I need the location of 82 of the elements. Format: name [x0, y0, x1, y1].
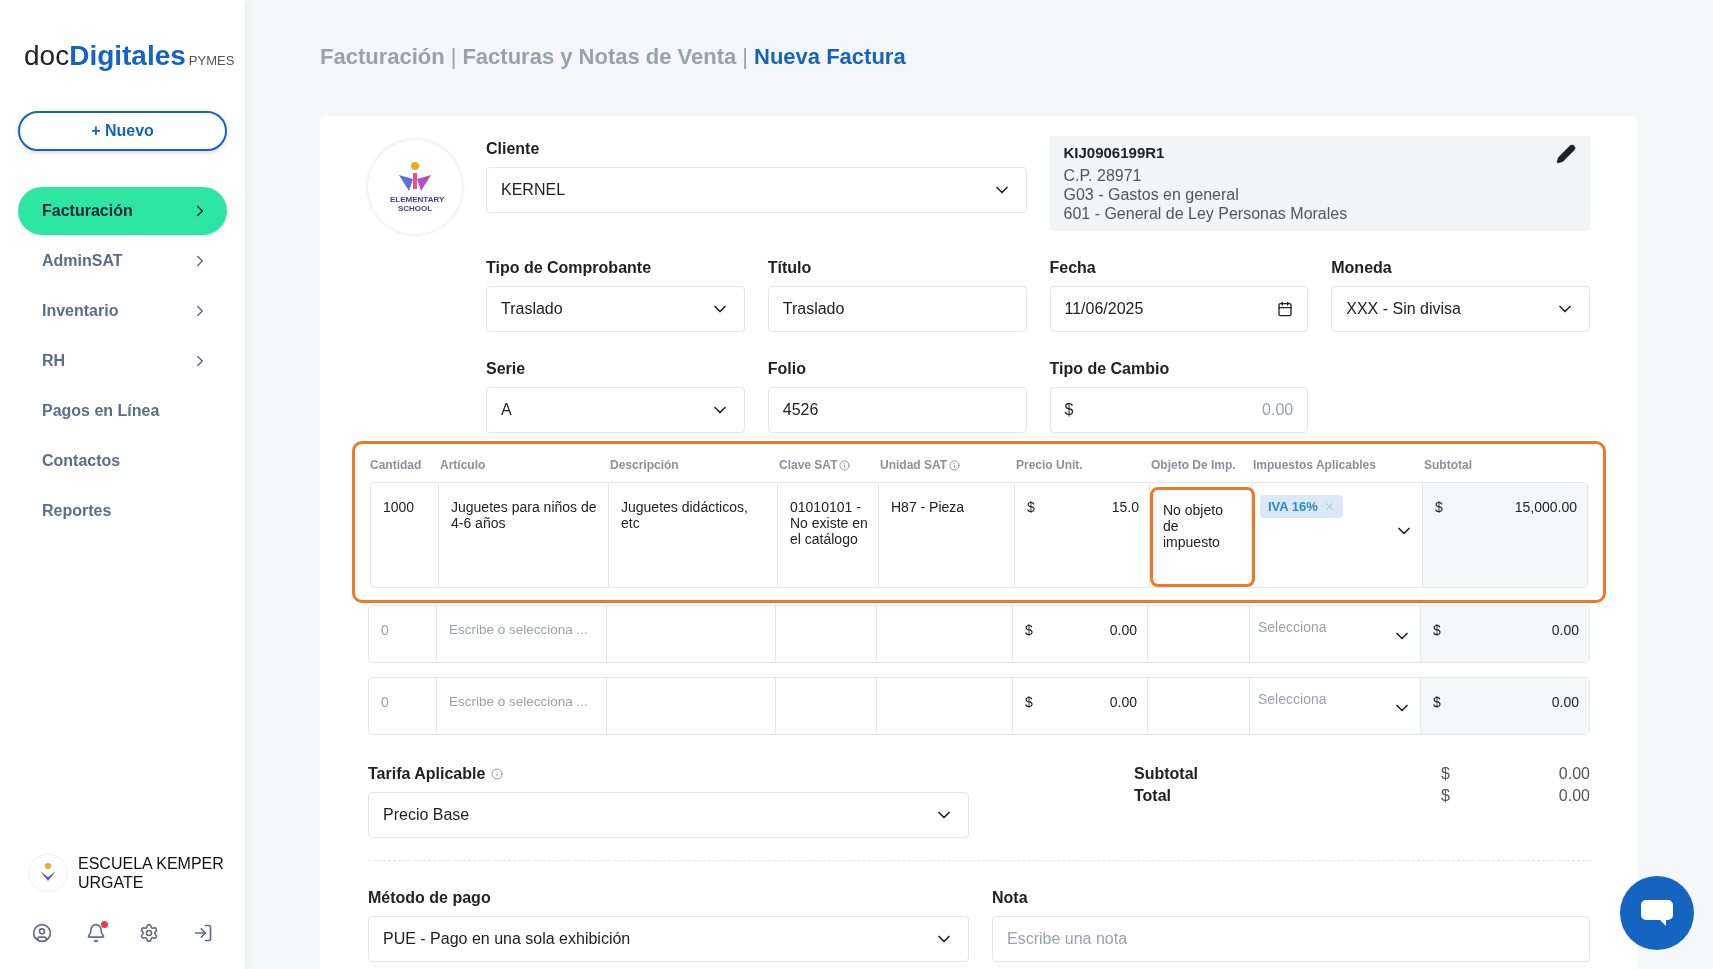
info-icon	[839, 459, 851, 471]
column-header: Clave SAT	[779, 458, 838, 472]
column-header: Artículo	[439, 458, 487, 472]
exit-icon[interactable]	[192, 923, 213, 943]
table-cell: H87 - Pieza	[879, 483, 1015, 587]
note-field[interactable]: Escribe una nota	[992, 916, 1590, 962]
select-field[interactable]: KERNEL	[486, 167, 1027, 213]
breadcrumb-separator: |	[742, 44, 749, 70]
tax-tag: IVA 16%	[1260, 495, 1343, 518]
total-label: Total	[1134, 787, 1173, 805]
calendar-icon	[1277, 301, 1294, 317]
select-field[interactable]: Precio Base	[368, 792, 969, 838]
table-cell: 1000	[371, 483, 439, 587]
currency-sign: $	[1441, 765, 1450, 783]
field-label: Moneda	[1331, 259, 1393, 277]
nav-item[interactable]: Inventario	[18, 287, 227, 335]
user-icon[interactable]	[32, 923, 52, 943]
date-field[interactable]: 11/06/2025	[1049, 286, 1309, 332]
column-header: Subtotal	[1423, 458, 1473, 472]
table-cell: Juguetes didácticos, etc	[609, 483, 778, 587]
field-label: Serie	[486, 360, 527, 378]
bell-icon[interactable]	[85, 923, 106, 943]
chat-bubble-icon	[1640, 898, 1674, 928]
field-label: Tipo de Cambio	[1049, 360, 1171, 378]
breadcrumb-item: Nueva Factura	[754, 44, 906, 70]
total-value: 0.00	[1557, 765, 1590, 783]
nav-item[interactable]: Pagos en Línea	[18, 387, 227, 435]
client-info-line: G03 - Gastos en general	[1063, 185, 1240, 204]
table-cell: $ 15,000.00	[1423, 483, 1587, 587]
column-header: Precio Unit.	[1015, 458, 1084, 472]
table-cell: $ 0.00	[1421, 606, 1589, 662]
table-cell: 01010101 - No existe en el catálogo	[778, 483, 879, 587]
field-label: Fecha	[1049, 259, 1097, 277]
input-field[interactable]: $ 0.00	[1049, 387, 1309, 433]
select-field[interactable]: Traslado	[486, 286, 745, 332]
settings-icon[interactable]	[139, 923, 160, 943]
nav-item[interactable]: Facturación	[18, 187, 227, 235]
column-header: Descripción	[609, 458, 680, 472]
select-field[interactable]: PUE - Pago en una sola exhibición	[368, 916, 969, 962]
total-value: 0.00	[1557, 787, 1590, 805]
table-cell: 0	[369, 606, 437, 662]
breadcrumb-separator: |	[450, 44, 457, 70]
nav-item[interactable]: RH	[18, 337, 227, 385]
client-info-line: C.P. 28971	[1063, 166, 1143, 185]
column-header: Unidad SAT	[880, 458, 948, 472]
table-cell: $ 0.00	[1421, 678, 1589, 734]
field-label: Folio	[767, 360, 807, 378]
nav-item[interactable]: Reportes	[18, 487, 227, 535]
table-cell: 0	[369, 678, 437, 734]
client-info-line: 601 - General de Ley Personas Morales	[1063, 204, 1348, 223]
nav-item[interactable]: Contactos	[18, 437, 227, 485]
avatar-icon	[28, 853, 68, 893]
currency-sign: $	[1441, 787, 1450, 805]
pencil-icon[interactable]	[1556, 144, 1576, 164]
table-cell: No objeto de impuesto	[1150, 487, 1255, 587]
field-label: Tarifa Aplicable	[368, 765, 486, 783]
input-field[interactable]: 4526	[767, 387, 1027, 433]
select-field[interactable]: XXX - Sin divisa	[1331, 286, 1590, 332]
nav-item[interactable]: AdminSAT	[18, 237, 227, 285]
new-button[interactable]: + Nuevo	[18, 111, 227, 151]
tax-select[interactable]: IVA 16%	[1252, 483, 1423, 587]
total-label: Subtotal	[1134, 765, 1199, 783]
field-label: Cliente	[486, 140, 541, 158]
field-label: Título	[767, 259, 813, 277]
table-cell[interactable]: Juguetes para niños de 4-6 años	[439, 483, 609, 587]
column-header: Objeto De Imp.	[1150, 458, 1237, 472]
table-cell: $ 0.00	[1013, 606, 1148, 662]
app-logo: docDigitales PYMES	[23, 39, 236, 73]
field-label: Nota	[992, 889, 1029, 907]
table-cell[interactable]: Escribe o selecciona ...	[437, 678, 607, 734]
client-rfc: KIJ0906199R1	[1063, 144, 1166, 161]
table-cell: $ 15.0	[1015, 483, 1150, 587]
info-icon	[949, 459, 961, 471]
column-header: Cantidad	[370, 458, 423, 472]
select-field[interactable]: A	[486, 387, 745, 433]
table-cell: $ 0.00	[1013, 678, 1148, 734]
field-label: Tipo de Comprobante	[486, 259, 653, 277]
field-label: Método de pago	[368, 889, 492, 907]
input-field[interactable]: Traslado	[767, 286, 1027, 332]
column-header: Impuestos Aplicables	[1252, 458, 1377, 472]
table-cell[interactable]: Escribe o selecciona ...	[437, 606, 607, 662]
user-name: ESCUELA KEMPER URGATE	[78, 854, 225, 892]
